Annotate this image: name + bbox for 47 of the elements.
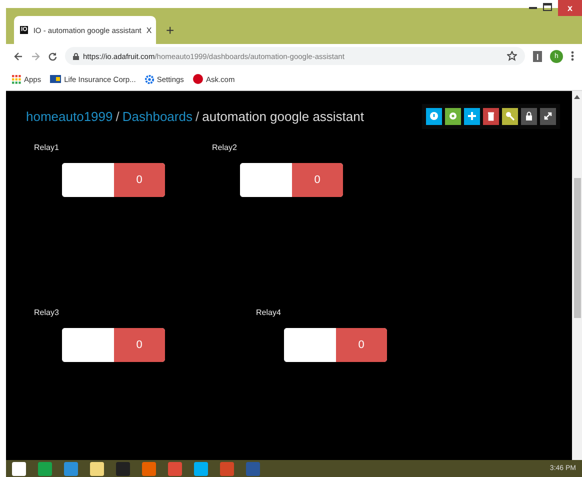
switch-value: 0: [292, 163, 343, 198]
lock-icon: [523, 110, 535, 122]
toolbar-button[interactable]: [540, 108, 556, 125]
scrollbar-thumb[interactable]: [574, 178, 580, 318]
extension-icon[interactable]: [533, 50, 542, 62]
apps-grid-icon: [12, 74, 21, 84]
trash-icon: [485, 110, 497, 122]
key-icon: [504, 110, 516, 122]
lock-icon: [73, 52, 79, 60]
breadcrumb-separator: /: [116, 108, 120, 124]
relay-label: Relay2: [212, 143, 238, 152]
switch-value: 0: [114, 163, 165, 198]
scroll-up-icon[interactable]: [574, 94, 580, 100]
back-icon[interactable]: [14, 52, 23, 60]
toolbar-button[interactable]: [483, 108, 499, 125]
breadcrumb-separator: /: [195, 108, 200, 124]
switch-value: 0: [114, 328, 165, 362]
toolbar-button[interactable]: [464, 108, 480, 125]
switch-value: 0: [336, 328, 387, 362]
gear-icon: [447, 110, 459, 122]
menu-icon[interactable]: [571, 51, 574, 61]
toolbar-button[interactable]: [445, 108, 461, 125]
star-icon[interactable]: [507, 51, 517, 61]
plus-icon: [466, 110, 478, 122]
new-tab-button[interactable]: +: [166, 22, 174, 38]
reload-icon[interactable]: [48, 52, 57, 60]
toggle-switch[interactable]: 0: [62, 328, 165, 362]
relay-label: Relay4: [256, 308, 282, 317]
close-tab-button[interactable]: X: [146, 26, 152, 34]
maximize-icon[interactable]: [543, 0, 552, 12]
breadcrumb-link[interactable]: Dashboards: [122, 108, 192, 124]
logo-icon: [50, 75, 62, 83]
dashboard-title: automation google assistant: [202, 108, 364, 124]
toolbar-button[interactable]: [521, 108, 537, 125]
relay-label: Relay1: [34, 143, 60, 152]
expand-icon: [542, 110, 554, 122]
toggle-switch[interactable]: 0: [240, 163, 343, 198]
toggle-switch[interactable]: 0: [62, 163, 165, 198]
toggle-switch[interactable]: 0: [284, 328, 387, 362]
toolbar-button[interactable]: [502, 108, 518, 125]
close-button[interactable]: x: [558, 0, 582, 16]
relay-label: Relay3: [34, 308, 60, 317]
help-icon: [428, 110, 440, 122]
logo-icon: [192, 74, 203, 84]
gear-icon: [144, 74, 154, 84]
breadcrumb-link[interactable]: homeauto1999: [26, 108, 113, 124]
toolbar-button[interactable]: [426, 108, 442, 125]
